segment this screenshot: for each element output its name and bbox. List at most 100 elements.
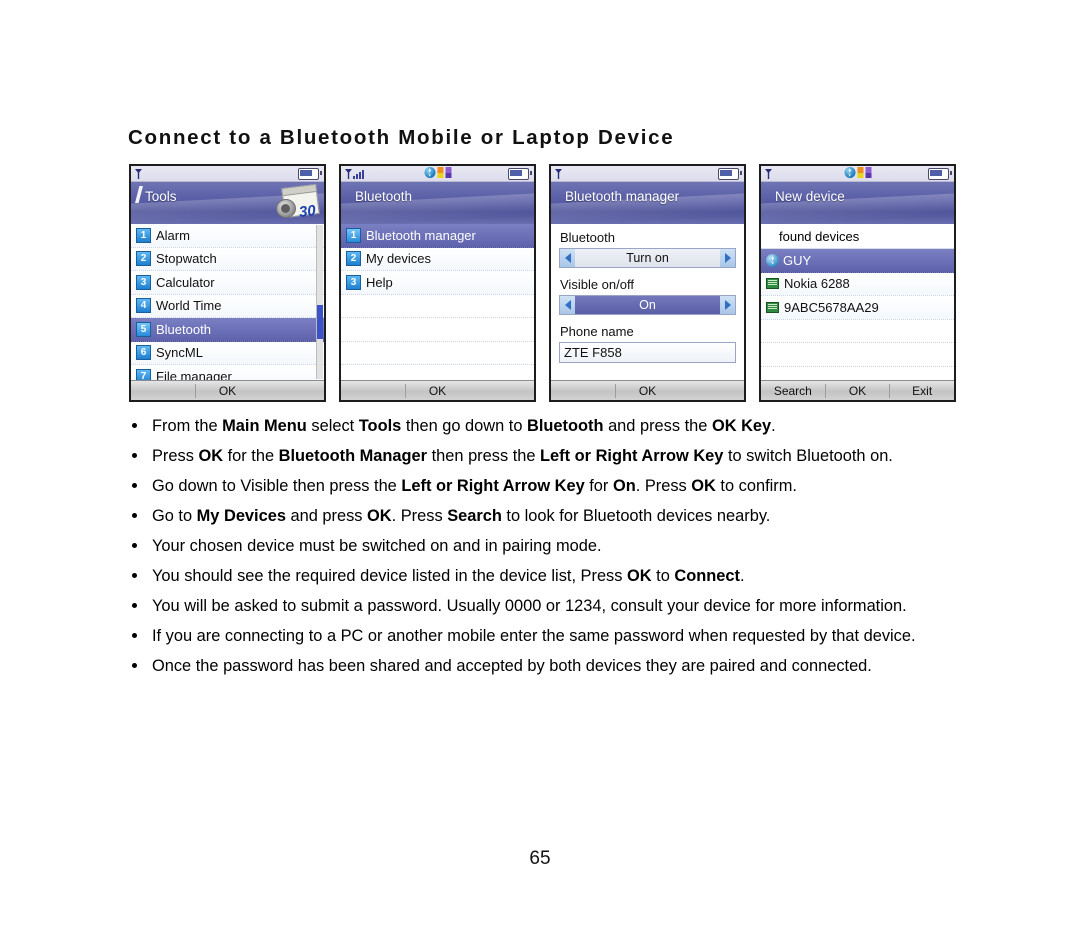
softkey-search[interactable]: Search (761, 384, 825, 398)
softkey-exit[interactable]: Exit (889, 383, 954, 398)
menu-list: 1 Bluetooth manager 2 My devices 3 Help (341, 224, 534, 380)
menu-list: 1 Alarm 2 Stopwatch 3 Calculator 4 World… (131, 224, 324, 380)
instruction-bullet: Press OK for the Bluetooth Manager then … (128, 441, 958, 471)
softkey-center-ok[interactable]: OK (194, 383, 260, 398)
bluetooth-icon (424, 167, 435, 178)
instruction-bullet: Your chosen device must be switched on a… (128, 531, 958, 561)
bullet-dot-icon (132, 453, 137, 458)
list-item-selected[interactable]: 5 Bluetooth (131, 318, 324, 342)
status-icons (844, 167, 871, 178)
device-icon (766, 301, 779, 313)
list-item-selected[interactable]: 1 Bluetooth manager (341, 224, 534, 248)
device-list-item-empty (761, 343, 954, 367)
bullet-dot-icon (132, 423, 137, 428)
list-item-label: File manager (156, 368, 232, 380)
bullet-dot-icon (132, 483, 137, 488)
item-number-icon: 3 (346, 274, 361, 290)
phone-screenshot-strip: Tools 30 1 Alarm 2 Stopwatch 3 Calculato… (129, 164, 956, 404)
visible-state-spinner[interactable]: On (559, 295, 736, 315)
item-number-icon: 2 (136, 251, 151, 267)
page-number: 65 (529, 848, 551, 869)
list-item-label: Stopwatch (156, 251, 217, 267)
screen-banner: Bluetooth manager (551, 182, 744, 224)
status-icons (424, 167, 451, 178)
instruction-bullet: If you are connecting to a PC or another… (128, 621, 958, 651)
battery-icon (298, 168, 322, 180)
list-item[interactable]: 6 SyncML (131, 341, 324, 365)
list-item[interactable]: 4 World Time (131, 294, 324, 318)
phone-screen-bluetooth-manager: Bluetooth manager Bluetooth Turn on Visi… (549, 164, 746, 402)
list-item[interactable]: 2 Stopwatch (131, 247, 324, 271)
bullet-dot-icon (132, 603, 137, 608)
phone-name-input[interactable]: ZTE F858 (559, 342, 736, 363)
device-list-item-selected[interactable]: GUY (761, 249, 954, 273)
status-bar (131, 166, 324, 182)
bluetooth-state-spinner[interactable]: Turn on (559, 248, 736, 268)
list-item-empty (341, 294, 534, 318)
item-number-icon: 1 (346, 227, 361, 243)
left-arrow-icon[interactable] (560, 249, 575, 267)
list-item[interactable]: 1 Alarm (131, 224, 324, 248)
softkey-center-ok[interactable]: OK (614, 383, 680, 398)
phone-screen-new-device: New device found devices GUY Nokia 6288 (759, 164, 956, 402)
phone-screen-tools-menu: Tools 30 1 Alarm 2 Stopwatch 3 Calculato… (129, 164, 326, 402)
item-number-icon: 7 (136, 368, 151, 380)
right-arrow-icon[interactable] (720, 249, 735, 267)
signal-icon (555, 168, 563, 179)
left-arrow-icon[interactable] (560, 296, 575, 314)
calendar-day: 30 (298, 202, 317, 221)
list-item[interactable]: 7 File manager (131, 365, 324, 380)
list-item-label: My devices (366, 251, 432, 267)
alarm-icon (437, 167, 443, 178)
screen-banner: New device (761, 182, 954, 224)
instruction-text: Press OK for the Bluetooth Manager then … (152, 447, 893, 465)
instruction-text: Your chosen device must be switched on a… (152, 537, 602, 555)
bluetooth-icon (844, 167, 855, 178)
instruction-text: You should see the required device liste… (152, 567, 745, 585)
phone-screen-bluetooth-menu: Bluetooth 1 Bluetooth manager 2 My devic… (339, 164, 536, 402)
device-label: GUY (783, 252, 812, 268)
softkey-bar: OK (341, 380, 534, 400)
page-title: Connect to a Bluetooth Mobile or Laptop … (128, 126, 675, 149)
list-item-label: Calculator (156, 274, 215, 290)
item-number-icon: 1 (136, 227, 151, 243)
item-number-icon: 5 (136, 321, 151, 337)
device-list-item-empty (761, 319, 954, 343)
banner-title: Tools (145, 189, 177, 204)
item-number-icon: 2 (346, 251, 361, 267)
list-item-label: Bluetooth manager (366, 227, 476, 243)
bullet-dot-icon (132, 633, 137, 638)
softkey-bar: Search OK Exit (761, 380, 954, 400)
softkey-bar: OK (131, 380, 324, 400)
list-item-empty (341, 341, 534, 365)
bullet-dot-icon (132, 513, 137, 518)
item-number-icon: 6 (136, 345, 151, 361)
settings-form: Bluetooth Turn on Visible on/off On Phon… (551, 224, 744, 380)
item-number-icon: 3 (136, 274, 151, 290)
bluetooth-state-value: Turn on (575, 249, 720, 267)
instruction-bullet: Go down to Visible then press the Left o… (128, 471, 958, 501)
scrollbar[interactable] (316, 225, 323, 379)
device-list: found devices GUY Nokia 6288 9ABC5678AA2… (761, 224, 954, 380)
device-list-item[interactable]: Nokia 6288 (761, 272, 954, 296)
instruction-bullet: Go to My Devices and press OK. Press Sea… (128, 501, 958, 531)
field-label-visible: Visible on/off (560, 277, 634, 292)
status-bar (761, 166, 954, 182)
instruction-text: From the Main Menu select Tools then go … (152, 417, 776, 435)
field-label-bluetooth: Bluetooth (560, 230, 615, 245)
instruction-text: Once the password has been shared and ac… (152, 657, 872, 675)
device-label: 9ABC5678AA29 (784, 299, 879, 315)
found-devices-subheader: found devices (761, 224, 954, 249)
softkey-bar: OK (551, 380, 744, 400)
instruction-bullet: From the Main Menu select Tools then go … (128, 411, 958, 441)
instruction-bullet: You will be asked to submit a password. … (128, 591, 958, 621)
list-item[interactable]: 2 My devices (341, 247, 534, 271)
device-label: Nokia 6288 (784, 276, 850, 292)
right-arrow-icon[interactable] (720, 296, 735, 314)
softkey-center-ok[interactable]: OK (404, 383, 470, 398)
softkey-ok[interactable]: OK (824, 383, 890, 398)
list-item[interactable]: 3 Calculator (131, 271, 324, 295)
list-item[interactable]: 3 Help (341, 271, 534, 295)
device-list-item[interactable]: 9ABC5678AA29 (761, 296, 954, 320)
list-item-label: Alarm (156, 227, 190, 243)
